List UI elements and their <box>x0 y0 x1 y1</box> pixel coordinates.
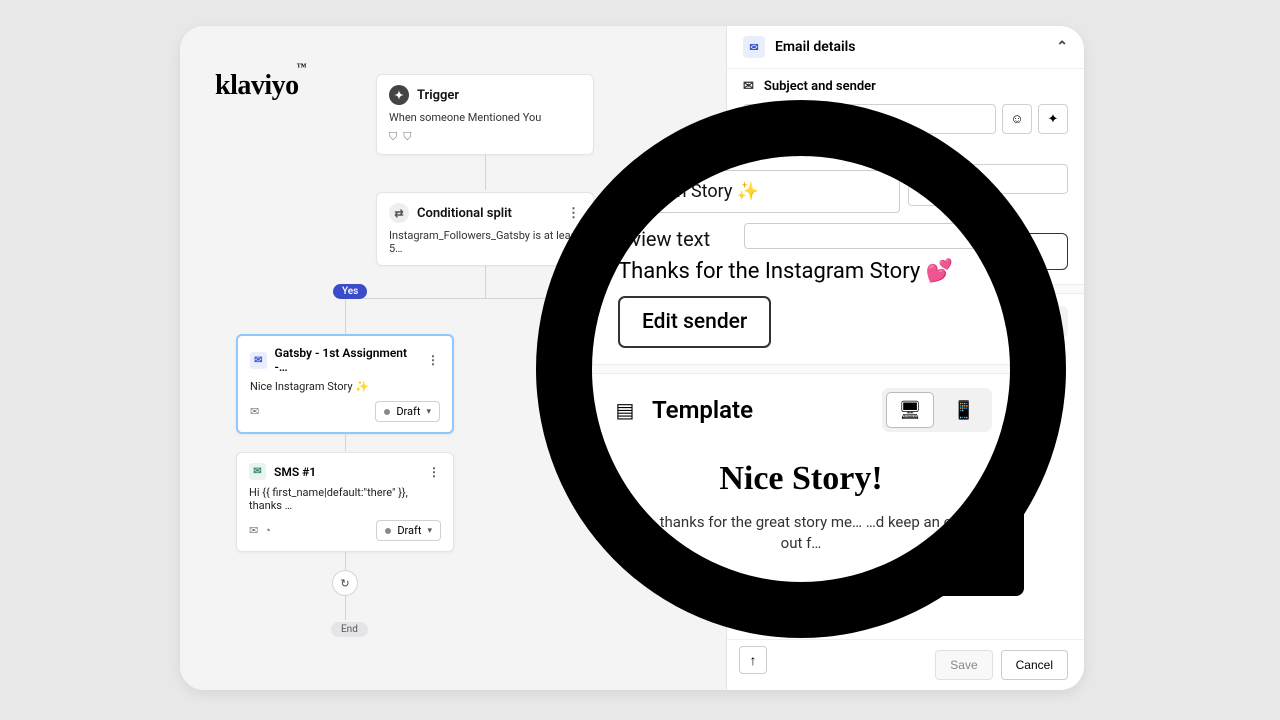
mail-icon: ✉ <box>250 352 267 369</box>
email-title: Gatsby - 1st Assignment -… <box>275 346 419 374</box>
sparkle-icon: ✦ <box>1048 112 1059 127</box>
mobile-icon: 📱 <box>1040 315 1056 330</box>
mobile-toggle[interactable]: 📱 <box>1031 309 1065 335</box>
mail-small-icon: ✉ <box>250 405 259 418</box>
save-button: Save <box>935 650 992 680</box>
email-details-header[interactable]: ✉ Email details ⌃ <box>727 26 1084 69</box>
emoji-button[interactable]: ☺ <box>1002 104 1032 134</box>
template-body-text: Hi , thanks for the great story mention … <box>747 416 1064 450</box>
mail-small-icon: ✉ <box>249 524 258 537</box>
status-dot-icon <box>385 528 391 534</box>
preview-label: Preview text <box>743 146 1068 160</box>
kebab-icon[interactable]: ⋮ <box>567 206 581 221</box>
device-frame: klaviyo™ ✦ Trigger When someone Mentione… <box>180 26 1084 690</box>
trigger-mini-icons: ⛉ ⛉ <box>389 130 581 144</box>
smile-icon: ☺ <box>1010 111 1023 127</box>
status-dropdown[interactable]: Draft ▾ <box>375 401 440 422</box>
subject-sender-header[interactable]: ✉ Subject and sender <box>727 69 1084 98</box>
status-dot-icon <box>384 409 390 415</box>
arrow-up-icon: ↑ <box>750 652 757 669</box>
bolt-icon: ✦ <box>389 85 409 105</box>
edit-sender-button[interactable]: Edit sender <box>743 233 1068 270</box>
sms-body: Hi {{ first_name|default:"there" }}, tha… <box>249 486 441 512</box>
trigger-title: Trigger <box>417 88 459 103</box>
subject-input[interactable] <box>743 104 996 134</box>
email-subject: Nice Instagram Story ✨ <box>250 380 440 393</box>
email-details-label: Email details <box>775 39 855 55</box>
panel-divider <box>727 284 1084 294</box>
chevron-down-icon: ▾ <box>426 407 431 417</box>
preview-field-block: Preview text Thanks for the Instagram St… <box>727 140 1084 225</box>
email-details-panel: ✉ Email details ⌃ ✉ Subject and sender ☺… <box>726 26 1084 690</box>
panel-footer: ↑ Save Cancel <box>727 639 1084 690</box>
cancel-button[interactable]: Cancel <box>1001 650 1068 680</box>
mail-icon: ✉ <box>743 36 765 58</box>
sms-icon: ✉ <box>249 463 266 480</box>
status-label: Draft <box>397 524 421 537</box>
kebab-icon[interactable]: ⋮ <box>427 353 440 367</box>
ai-button[interactable]: ✦ <box>1038 104 1068 134</box>
filter-icon: ⛉ <box>403 130 411 144</box>
clock-icon: ◔ <box>264 524 271 537</box>
trigger-desc: When someone Mentioned You <box>389 111 581 124</box>
subject-sender-label: Subject and sender <box>764 79 876 94</box>
desktop-toggle[interactable]: 🖥 <box>993 309 1027 335</box>
preview-value-text: Thanks for the Instagram Story 💕 <box>743 200 1068 219</box>
flow-loop-node[interactable]: ↻ <box>332 570 358 596</box>
connector <box>345 298 625 299</box>
desktop-icon: 🖥 <box>1002 315 1019 330</box>
flow-trigger-card[interactable]: ✦ Trigger When someone Mentioned You ⛉ ⛉ <box>376 74 594 155</box>
split-desc: Instagram_Followers_Gatsby is at least 5… <box>389 229 581 255</box>
filter-icon: ⛉ <box>389 130 397 144</box>
status-label: Draft <box>396 405 420 418</box>
sms-title: SMS #1 <box>274 465 316 479</box>
envelope-icon: ✉ <box>743 79 754 94</box>
split-icon: ⇄ <box>389 203 409 223</box>
chevron-down-icon: ▾ <box>427 526 432 536</box>
template-title: Nice Story! <box>747 376 1064 406</box>
split-title: Conditional split <box>417 206 512 221</box>
status-dropdown[interactable]: Draft ▾ <box>376 520 441 541</box>
template-icon: ▤ <box>743 311 765 333</box>
flow-sms-card[interactable]: ✉ SMS #1 ⋮ Hi {{ first_name|default:"the… <box>236 452 454 552</box>
chevron-up-icon[interactable]: ⌃ <box>1056 39 1068 55</box>
preview-input[interactable] <box>743 164 1068 194</box>
app-surface: klaviyo™ ✦ Trigger When someone Mentione… <box>180 26 1084 690</box>
template-label: Template <box>775 312 847 332</box>
connector <box>345 298 346 336</box>
kebab-icon[interactable]: ⋮ <box>428 465 441 479</box>
yes-branch-pill: Yes <box>333 284 367 299</box>
flow-end-pill: End <box>331 622 368 637</box>
brand-logo: klaviyo™ <box>215 70 308 102</box>
flow-email-card[interactable]: ✉ Gatsby - 1st Assignment -… ⋮ Nice Inst… <box>236 334 454 434</box>
flow-split-card[interactable]: ⇄ Conditional split ⋮ Instagram_Follower… <box>376 192 594 266</box>
subject-field-block: ☺ ✦ <box>727 98 1084 140</box>
device-toggle: 🖥 📱 <box>990 306 1068 338</box>
connector <box>345 596 346 620</box>
template-header: ▤ Template 🖥 📱 <box>727 294 1084 350</box>
scroll-up-button[interactable]: ↑ <box>739 646 767 674</box>
template-preview[interactable]: Nice Story! Hi , thanks for the great st… <box>727 350 1084 462</box>
